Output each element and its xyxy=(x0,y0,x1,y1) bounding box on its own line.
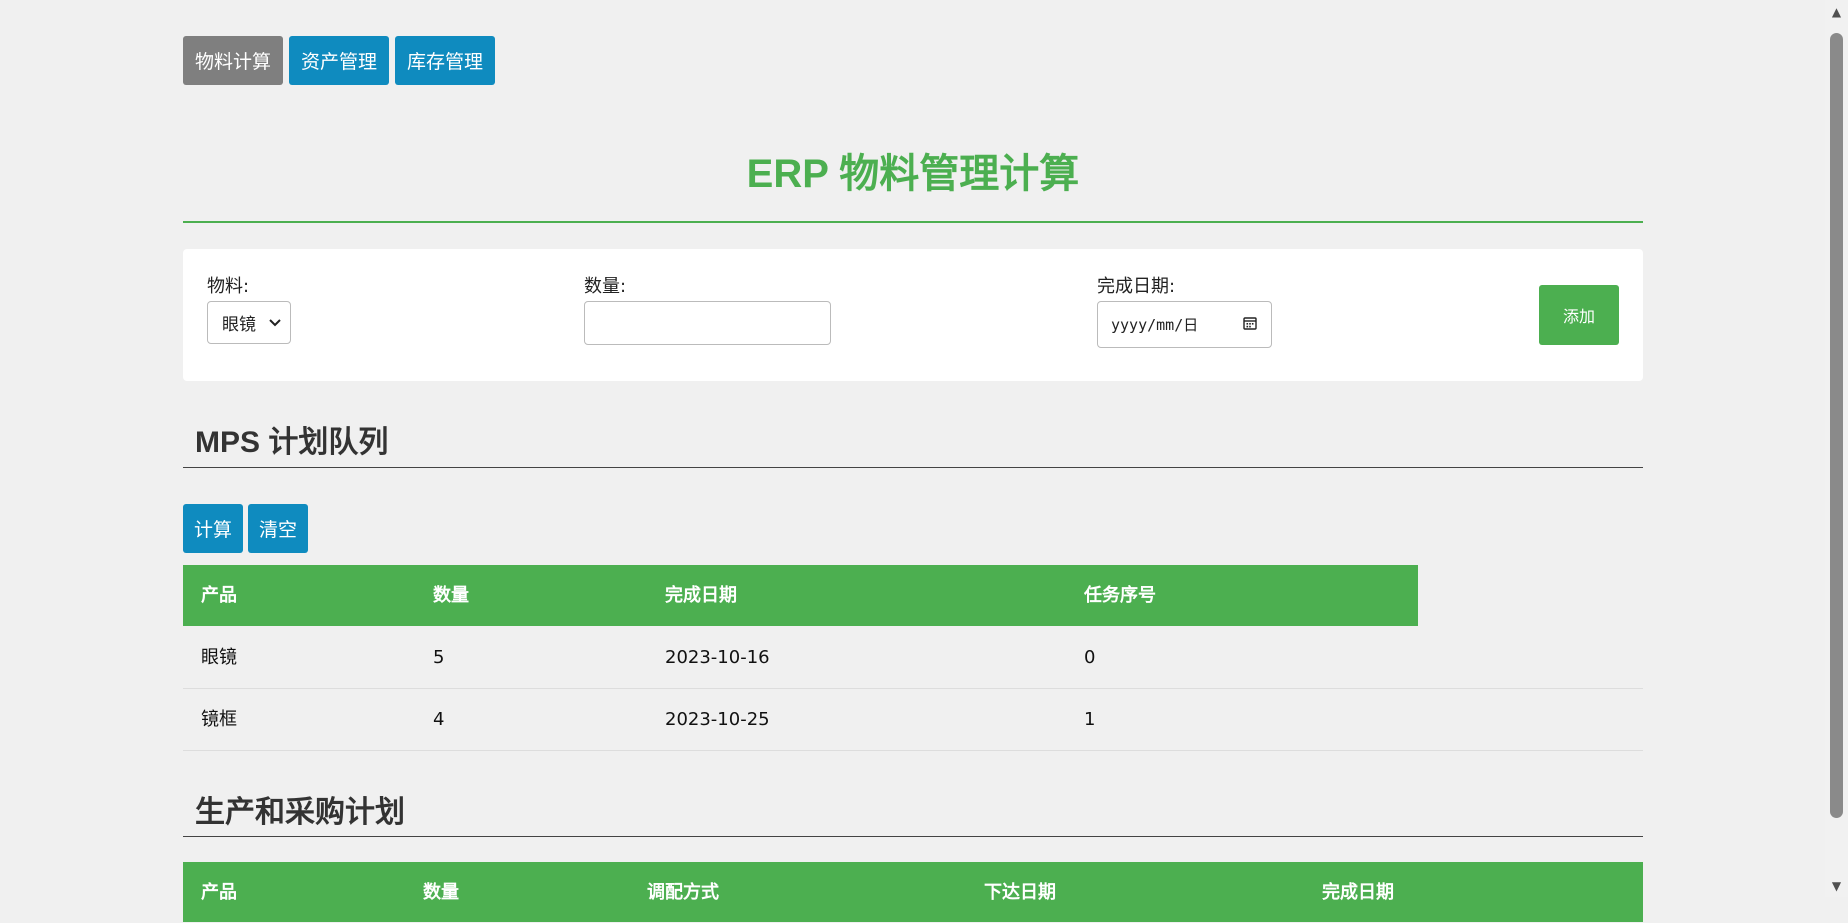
scrollbar-thumb[interactable] xyxy=(1830,33,1843,818)
tab-material-calc[interactable]: 物料计算 xyxy=(183,36,284,85)
mps-header-quantity: 数量 xyxy=(433,585,469,606)
page-title: ERP 物料管理计算 xyxy=(746,152,1080,196)
date-label: 完成日期: xyxy=(1097,276,1176,297)
scroll-down-arrow-icon[interactable]: ▼ xyxy=(1825,874,1848,897)
tab-inventory-management[interactable]: 库存管理 xyxy=(395,36,496,85)
table-row: 眼镜 5 2023-10-16 0 xyxy=(183,627,1643,689)
mps-table-header: 产品 数量 完成日期 任务序号 xyxy=(183,565,1418,626)
material-field: 物料: 眼镜 xyxy=(207,276,291,344)
vertical-scrollbar[interactable]: ▲ ▼ xyxy=(1825,0,1848,897)
plan-section-title: 生产和采购计划 xyxy=(195,796,405,829)
mps-cell-quantity: 5 xyxy=(433,647,445,668)
plan-header-quantity: 数量 xyxy=(423,882,459,903)
mps-cell-task-no: 1 xyxy=(1084,709,1096,730)
add-button[interactable]: 添加 xyxy=(1539,285,1619,345)
calendar-icon[interactable] xyxy=(1243,316,1257,334)
quantity-label: 数量: xyxy=(584,276,627,297)
mps-cell-finish-date: 2023-10-16 xyxy=(665,647,770,668)
plan-header-issue-date: 下达日期 xyxy=(984,882,1056,903)
quantity-field: 数量: xyxy=(584,276,831,345)
mps-cell-product: 镜框 xyxy=(201,709,237,730)
scroll-up-arrow-icon[interactable]: ▲ xyxy=(1825,0,1848,23)
chevron-down-icon xyxy=(268,313,282,333)
mps-cell-finish-date: 2023-10-25 xyxy=(665,709,770,730)
mps-actions: 计算 清空 xyxy=(183,504,309,553)
plan-header-method: 调配方式 xyxy=(647,882,719,903)
title-divider xyxy=(183,221,1643,223)
tab-asset-management[interactable]: 资产管理 xyxy=(289,36,390,85)
mps-cell-task-no: 0 xyxy=(1084,647,1096,668)
mps-cell-product: 眼镜 xyxy=(201,647,237,668)
table-row: 镜框 4 2023-10-25 1 xyxy=(183,689,1643,751)
plan-section-divider xyxy=(183,836,1643,837)
calculate-button[interactable]: 计算 xyxy=(183,504,244,553)
material-label: 物料: xyxy=(207,276,250,297)
plan-table-header: 产品 数量 调配方式 下达日期 完成日期 xyxy=(183,862,1643,922)
mps-cell-quantity: 4 xyxy=(433,709,445,730)
mps-section-title: MPS 计划队列 xyxy=(195,426,389,459)
mps-header-finish-date: 完成日期 xyxy=(665,585,737,606)
mps-section-divider xyxy=(183,467,1643,468)
mps-header-product: 产品 xyxy=(201,585,237,606)
material-select[interactable]: 眼镜 xyxy=(207,301,291,344)
clear-button[interactable]: 清空 xyxy=(248,504,309,553)
material-select-value: 眼镜 xyxy=(222,315,256,335)
top-nav: 物料计算 资产管理 库存管理 xyxy=(183,36,496,85)
date-field: 完成日期: yyyy/mm/日 xyxy=(1097,276,1272,348)
quantity-input[interactable] xyxy=(584,301,831,345)
date-input[interactable]: yyyy/mm/日 xyxy=(1097,301,1272,348)
date-placeholder: yyyy/mm/日 xyxy=(1111,316,1199,334)
plan-header-product: 产品 xyxy=(201,882,237,903)
plan-header-finish-date: 完成日期 xyxy=(1322,882,1394,903)
mps-header-task-no: 任务序号 xyxy=(1084,585,1156,606)
add-form-card: 物料: 眼镜 数量: 完成日期: yyyy/mm/日 添加 xyxy=(183,249,1643,381)
